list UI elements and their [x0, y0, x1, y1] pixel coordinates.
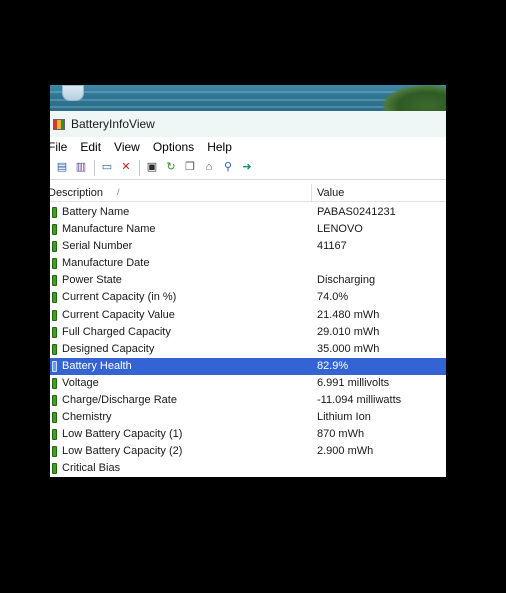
item-label: Charge/Discharge Rate: [62, 394, 177, 407]
item-value: 82.9%: [317, 359, 349, 372]
item-label: Manufacture Date: [62, 257, 150, 270]
battery-icon: [52, 377, 57, 389]
item-value: 74.0%: [317, 291, 349, 304]
item-value: 29.010 mWh: [317, 325, 380, 338]
html-report-icon[interactable]: ⌂: [202, 161, 216, 175]
battery-icon: [52, 446, 57, 458]
item-label: Low Battery Capacity (1): [62, 428, 183, 441]
battery-icon: [52, 309, 57, 321]
battery-icon: [52, 343, 57, 355]
list-item[interactable]: Designed Capacity 35.000 mWh: [50, 341, 446, 358]
column-header-description[interactable]: Description: [50, 187, 103, 199]
item-label: Battery Health: [62, 359, 132, 372]
app-window: BatteryInfoView File Edit View Options Help …: [50, 85, 446, 477]
battery-icon: [52, 326, 57, 338]
list-item[interactable]: Charge/Discharge Rate -11.094 milliwatts: [50, 392, 446, 409]
menu-edit[interactable]: Edit: [80, 140, 101, 154]
list-item[interactable]: Chemistry Lithium Ion: [50, 409, 446, 426]
copy-icon[interactable]: ❐: [183, 161, 197, 175]
item-label: Current Capacity (in %): [62, 291, 177, 304]
item-value: 870 mWh: [317, 428, 365, 441]
refresh-icon[interactable]: ↻: [164, 161, 178, 175]
list-item[interactable]: Serial Number 41167: [50, 238, 446, 255]
menu-help[interactable]: Help: [207, 140, 232, 154]
item-value: -11.094 milliwatts: [317, 394, 402, 407]
menu-options[interactable]: Options: [153, 140, 194, 154]
column-header-value[interactable]: Value: [317, 187, 344, 199]
desktop-wallpaper: [50, 85, 446, 111]
delete-icon[interactable]: ✕: [119, 161, 133, 175]
item-value: 2.900 mWh: [317, 445, 374, 458]
menu-view[interactable]: View: [114, 140, 140, 154]
item-value: Lithium Ion: [317, 411, 371, 424]
battery-icon: [52, 224, 57, 236]
list-item[interactable]: Power State Discharging: [50, 272, 446, 289]
toolbar-separator: [94, 159, 95, 176]
list-header: Description / Value: [50, 184, 446, 202]
list-item[interactable]: Low Battery Capacity (2) 2.900 mWh: [50, 443, 446, 460]
item-label: Chemistry: [62, 411, 112, 424]
exit-icon[interactable]: ➜: [240, 161, 254, 175]
item-label: Voltage: [62, 376, 99, 389]
list-item[interactable]: Current Capacity (in %) 74.0%: [50, 289, 446, 306]
item-label: Low Battery Capacity (2): [62, 445, 183, 458]
sort-indicator-icon: /: [117, 187, 120, 197]
battery-icon: [52, 463, 57, 475]
battery-icon: [52, 275, 57, 287]
menu-bar: File Edit View Options Help: [50, 137, 446, 156]
item-label: Designed Capacity: [62, 342, 155, 355]
battery-icon: [52, 395, 57, 407]
list-item[interactable]: Manufacture Name LENOVO: [50, 221, 446, 238]
clipboard-icon[interactable]: ▥: [74, 161, 88, 175]
item-label: Critical Bias: [62, 462, 121, 475]
title-bar[interactable]: BatteryInfoView: [50, 111, 446, 137]
list-item[interactable]: Battery Health 82.9%: [50, 357, 446, 375]
column-divider[interactable]: [311, 184, 312, 202]
toolbar-separator: [139, 159, 140, 176]
list-item[interactable]: Battery Name PABAS0241231: [50, 204, 446, 221]
battery-icon: [52, 412, 57, 424]
list-item[interactable]: Low Battery Capacity (1) 870 mWh: [50, 426, 446, 443]
menu-file[interactable]: File: [50, 140, 67, 154]
list-item[interactable]: Critical Bias: [50, 460, 446, 477]
toolbar: ▤ ▥ ▭ ✕ ▣ ↻ ❐ ⌂ ⚲ ➜: [50, 156, 446, 180]
item-value: 35.000 mWh: [317, 342, 380, 355]
list-item[interactable]: Voltage 6.991 millivolts: [50, 375, 446, 392]
window-icon[interactable]: ▭: [100, 161, 114, 175]
battery-icon: [52, 258, 57, 270]
item-value: 6.991 millivolts: [317, 376, 390, 389]
battery-icon: [52, 241, 57, 253]
list-item[interactable]: Manufacture Date: [50, 255, 446, 272]
battery-icon: [52, 429, 57, 441]
window-title: BatteryInfoView: [71, 117, 155, 131]
item-label: Manufacture Name: [62, 223, 156, 236]
item-value: PABAS0241231: [317, 206, 396, 218]
list-item[interactable]: Current Capacity Value 21.480 mWh: [50, 307, 446, 324]
battery-icon: [52, 207, 57, 218]
app-icon: [53, 118, 65, 130]
list-item[interactable]: Full Charged Capacity 29.010 mWh: [50, 324, 446, 341]
battery-icon: [52, 292, 57, 304]
item-value: 41167: [317, 240, 347, 253]
find-icon[interactable]: ⚲: [221, 161, 235, 175]
battery-info-list: Battery Name PABAS0241231 Manufacture Name…: [50, 204, 446, 477]
item-value: LENOVO: [317, 223, 363, 236]
item-label: Battery Name: [62, 206, 130, 218]
item-label: Power State: [62, 274, 122, 287]
save-icon[interactable]: ▣: [145, 161, 159, 175]
desktop-shortcut-icon[interactable]: [62, 85, 84, 101]
item-label: Current Capacity Value: [62, 308, 175, 321]
properties-list-icon[interactable]: ▤: [55, 161, 69, 175]
item-label: Full Charged Capacity: [62, 325, 171, 338]
battery-icon: [52, 360, 57, 372]
item-value: Discharging: [317, 274, 376, 287]
item-label: Serial Number: [62, 240, 133, 253]
item-value: 21.480 mWh: [317, 308, 380, 321]
